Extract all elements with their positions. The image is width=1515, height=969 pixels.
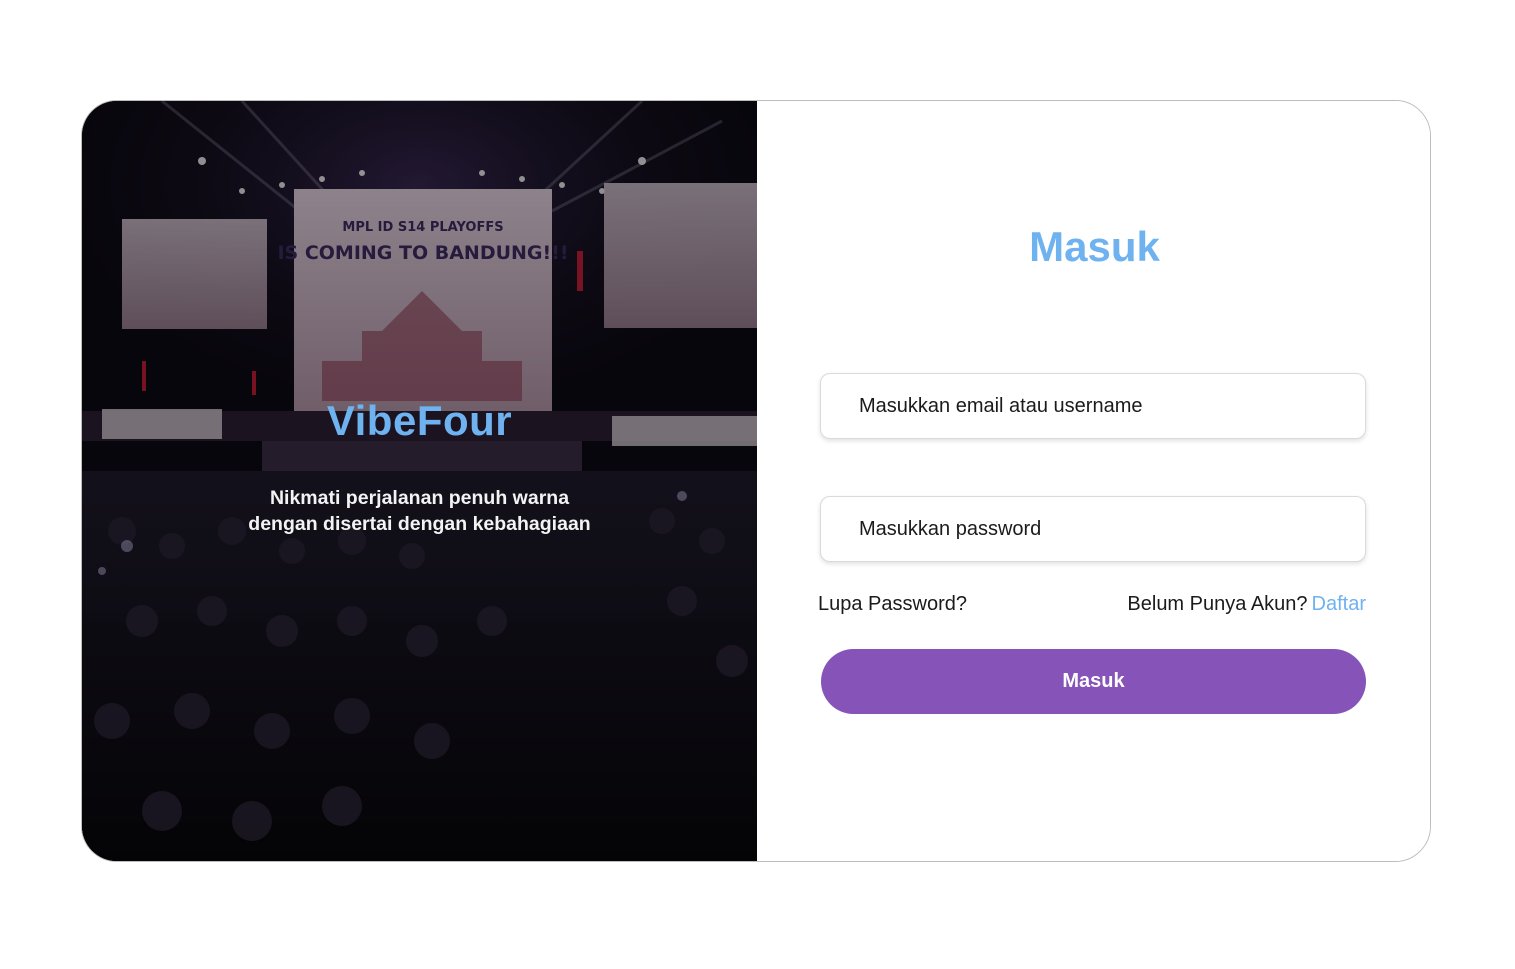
tagline-line-1: Nikmati perjalanan penuh warna: [269, 487, 570, 509]
form-links-row: Lupa Password? Belum Punya Akun? Daftar: [818, 593, 1366, 619]
tagline-line-2: dengan disertai dengan kebahagiaan: [248, 513, 591, 535]
email-field-container: [820, 373, 1366, 439]
email-input[interactable]: [821, 374, 1365, 438]
login-card: MPL ID S14 PLAYOFFS IS COMING TO BANDUNG…: [81, 100, 1431, 862]
password-field-container: [820, 496, 1366, 562]
signup-prompt: Belum Punya Akun? Daftar: [1127, 593, 1366, 616]
form-title: Masuk: [1029, 223, 1160, 270]
password-input[interactable]: [821, 497, 1365, 561]
login-button[interactable]: Masuk: [821, 649, 1366, 714]
login-form-panel: Masuk Lupa Password? Belum Punya Akun?Da…: [757, 101, 1430, 861]
forgot-password-link[interactable]: Lupa Password?: [818, 593, 967, 616]
brand-title: VibeFour: [326, 397, 513, 444]
hero-overlay: [82, 101, 757, 861]
hero-tagline: Nikmati perjalanan penuh warna dengan di…: [82, 485, 757, 537]
signup-link[interactable]: Daftar: [1312, 593, 1366, 615]
no-account-label: Belum Punya Akun?: [1127, 593, 1308, 615]
hero-panel: MPL ID S14 PLAYOFFS IS COMING TO BANDUNG…: [82, 101, 757, 861]
